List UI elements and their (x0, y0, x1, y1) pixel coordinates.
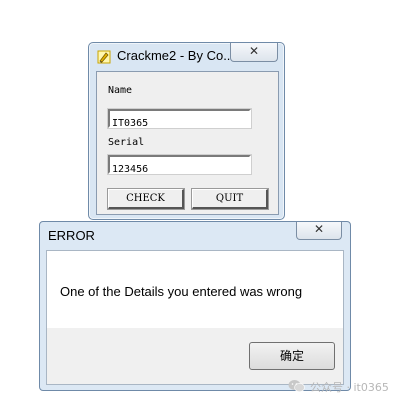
quit-button[interactable]: QUIT (192, 189, 268, 209)
serial-input[interactable] (110, 162, 249, 177)
name-input[interactable] (110, 116, 249, 131)
error-dialog-title: ERROR (48, 228, 95, 243)
pencil-app-icon (97, 50, 111, 64)
error-dialog: ERROR ✕ One of the Details you entered w… (39, 221, 351, 391)
name-field-frame (108, 109, 251, 131)
error-message: One of the Details you entered was wrong (60, 284, 303, 299)
crackme-titlebar[interactable]: Crackme2 - By Co... ✕ (89, 43, 284, 71)
wechat-icon (288, 380, 305, 392)
error-dialog-body: One of the Details you entered was wrong… (46, 250, 344, 385)
serial-field-frame (108, 155, 251, 177)
close-icon: ✕ (313, 222, 325, 236)
error-close-button[interactable]: ✕ (296, 222, 342, 240)
close-icon: ✕ (248, 44, 260, 58)
crackme-window-title: Crackme2 - By Co... (117, 48, 235, 63)
serial-label: Serial (108, 137, 145, 148)
error-message-area: One of the Details you entered was wrong (47, 251, 343, 328)
crackme-client-area: Name Serial CHECK QUIT (96, 71, 279, 215)
crackme-close-button[interactable]: ✕ (230, 43, 278, 62)
name-label: Name (108, 85, 133, 96)
crackme-window: Crackme2 - By Co... ✕ Name Serial CHECK … (88, 42, 285, 220)
check-button[interactable]: CHECK (108, 189, 184, 209)
ok-button[interactable]: 确定 (249, 342, 335, 370)
watermark-text: 公众号 · it0365 (310, 381, 389, 394)
